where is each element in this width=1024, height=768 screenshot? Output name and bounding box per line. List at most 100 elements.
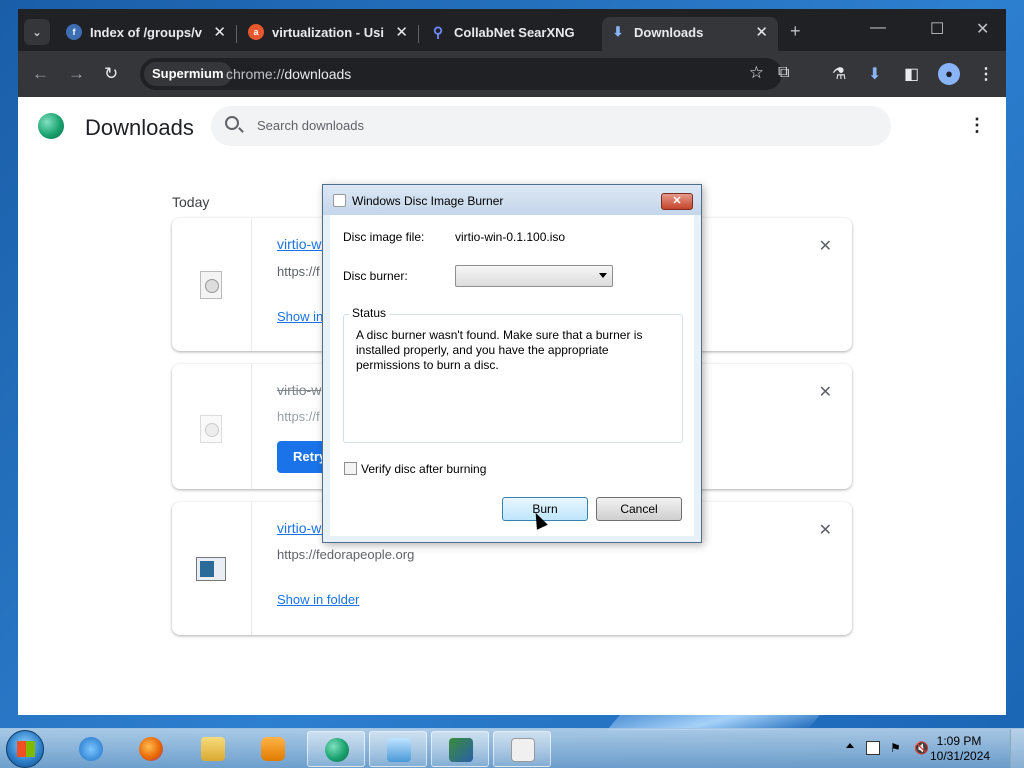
url-path: downloads <box>284 66 352 82</box>
extensions-icon[interactable]: ⧉ <box>778 64 789 82</box>
disc-burner-icon <box>511 738 535 762</box>
tab-searxng[interactable]: ⚲ CollabNet SearXNG <box>422 17 600 51</box>
remove-download-icon[interactable]: ✕ <box>819 382 832 402</box>
browser-chip[interactable]: Supermium <box>144 62 232 86</box>
dialog-close-icon[interactable]: ✕ <box>661 193 693 210</box>
file-icon-column <box>172 218 252 351</box>
taskbar-control-panel[interactable] <box>369 731 427 767</box>
fedora-icon: f <box>66 24 82 40</box>
file-icon-column <box>172 364 252 489</box>
volume-muted-icon[interactable]: 🔇 <box>914 741 929 755</box>
taskbar-firefox[interactable] <box>122 731 180 767</box>
dialog-title: Windows Disc Image Burner <box>352 194 504 208</box>
status-message: A disc burner wasn't found. Make sure th… <box>356 328 643 372</box>
chevron-down-icon <box>599 273 607 278</box>
tab-label: Downloads <box>634 25 704 40</box>
burn-button[interactable]: Burn <box>502 497 588 521</box>
dialog-body: Disc image file: virtio-win-0.1.100.iso … <box>330 215 694 536</box>
tab-downloads[interactable]: ⬇ Downloads ✕ <box>602 17 778 51</box>
file-icon-column <box>172 502 252 635</box>
download-url: https://f <box>277 409 320 424</box>
download-filename[interactable]: virtio-wi <box>277 236 324 252</box>
verify-disc-label[interactable]: Verify disc after burning <box>361 462 486 476</box>
taskbar-ie[interactable] <box>62 731 120 767</box>
remove-download-icon[interactable]: ✕ <box>819 236 832 256</box>
taskbar-disc-burner[interactable] <box>493 731 551 767</box>
disc-image-burner-dialog: Windows Disc Image Burner ✕ Disc image f… <box>322 184 702 543</box>
tab-separator <box>418 25 419 43</box>
labs-flask-icon[interactable]: ⚗ <box>832 64 846 84</box>
show-hidden-icons-icon[interactable] <box>846 743 854 748</box>
url-scheme: chrome:// <box>226 66 285 82</box>
taskbar-explorer[interactable] <box>184 731 242 767</box>
download-filename[interactable]: virtio-w <box>277 382 321 398</box>
tab-label: Index of /groups/virt <box>90 25 202 40</box>
minimize-icon[interactable]: — <box>870 19 886 37</box>
network-icon[interactable] <box>866 741 880 755</box>
control-panel-icon <box>387 738 411 762</box>
downloads-logo-icon <box>38 113 64 139</box>
tab-separator <box>236 25 237 43</box>
tab-virtualization[interactable]: a virtualization - Using ✕ <box>240 17 419 51</box>
media-player-icon <box>261 737 285 761</box>
search-placeholder: Search downloads <box>257 118 364 133</box>
exe-file-icon <box>196 557 226 581</box>
tab-search-button[interactable]: ⌄ <box>24 19 50 45</box>
page-menu-icon[interactable]: ⋮ <box>968 115 986 136</box>
tab-index-groups[interactable]: f Index of /groups/virt ✕ <box>58 17 237 51</box>
tab-strip: ⌄ f Index of /groups/virt ✕ a virtualiza… <box>18 9 1006 51</box>
disc-burner-dropdown[interactable] <box>455 265 613 287</box>
browser-menu-icon[interactable]: ⋮ <box>978 64 994 84</box>
profile-avatar-icon[interactable]: ● <box>938 63 960 85</box>
reload-icon[interactable]: ↻ <box>104 64 118 84</box>
close-window-icon[interactable]: ✕ <box>976 19 989 39</box>
firefox-icon <box>139 737 163 761</box>
tab-label: virtualization - Using <box>272 25 384 40</box>
folder-icon <box>201 737 225 761</box>
taskbar: ⚑ 🔇 1:09 PM 10/31/2024 <box>0 728 1024 768</box>
forward-icon[interactable]: → <box>68 64 85 84</box>
disc-burner-icon <box>333 194 346 207</box>
downloads-toolbar-icon[interactable]: ⬇ <box>868 64 881 84</box>
search-icon: ⚲ <box>432 24 444 40</box>
action-center-flag-icon[interactable]: ⚑ <box>890 741 904 755</box>
back-icon[interactable]: ← <box>32 64 49 84</box>
bookmark-star-icon[interactable]: ☆ <box>749 63 764 83</box>
download-filename[interactable]: virtio-wi <box>277 520 324 536</box>
iso-file-icon <box>200 415 222 443</box>
askfedora-icon: a <box>248 24 264 40</box>
remove-download-icon[interactable]: ✕ <box>819 520 832 540</box>
taskbar-supermium[interactable] <box>307 731 365 767</box>
close-tab-icon[interactable]: ✕ <box>395 23 408 41</box>
supermium-icon <box>325 738 349 762</box>
disc-image-value: virtio-win-0.1.100.iso <box>455 230 566 244</box>
search-downloads-input[interactable]: Search downloads <box>211 106 891 146</box>
system-clock[interactable]: 1:09 PM 10/31/2024 <box>930 734 991 764</box>
show-desktop-button[interactable] <box>1010 729 1024 768</box>
disc-image-label: Disc image file: <box>343 230 425 244</box>
download-icon: ⬇ <box>612 24 624 39</box>
close-tab-icon[interactable]: ✕ <box>755 23 768 41</box>
taskbar-remote[interactable] <box>431 731 489 767</box>
new-tab-button[interactable]: + <box>790 21 801 42</box>
taskbar-media-player[interactable] <box>244 731 302 767</box>
cancel-button[interactable]: Cancel <box>596 497 682 521</box>
maximize-icon[interactable]: ☐ <box>930 19 944 39</box>
start-button[interactable] <box>6 730 44 768</box>
close-tab-icon[interactable]: ✕ <box>213 23 226 41</box>
iso-file-icon <box>200 271 222 299</box>
address-bar[interactable]: Supermium chrome://downloads ☆ <box>140 58 782 90</box>
status-legend: Status <box>349 306 390 320</box>
download-url: https://fedorapeople.org <box>277 547 415 562</box>
verify-disc-checkbox[interactable] <box>344 462 357 475</box>
clock-time: 1:09 PM <box>936 734 982 748</box>
internet-explorer-icon <box>79 737 103 761</box>
windows-logo-icon <box>17 741 35 757</box>
clock-date: 10/31/2024 <box>930 749 991 763</box>
dialog-titlebar[interactable]: Windows Disc Image Burner ✕ <box>323 185 701 215</box>
show-in-folder-link[interactable]: Show in folder <box>277 592 359 607</box>
side-panel-icon[interactable]: ◧ <box>904 64 919 84</box>
remote-desktop-icon <box>449 738 473 762</box>
download-url: https://f <box>277 264 320 279</box>
show-in-folder-link[interactable]: Show in <box>277 309 323 324</box>
